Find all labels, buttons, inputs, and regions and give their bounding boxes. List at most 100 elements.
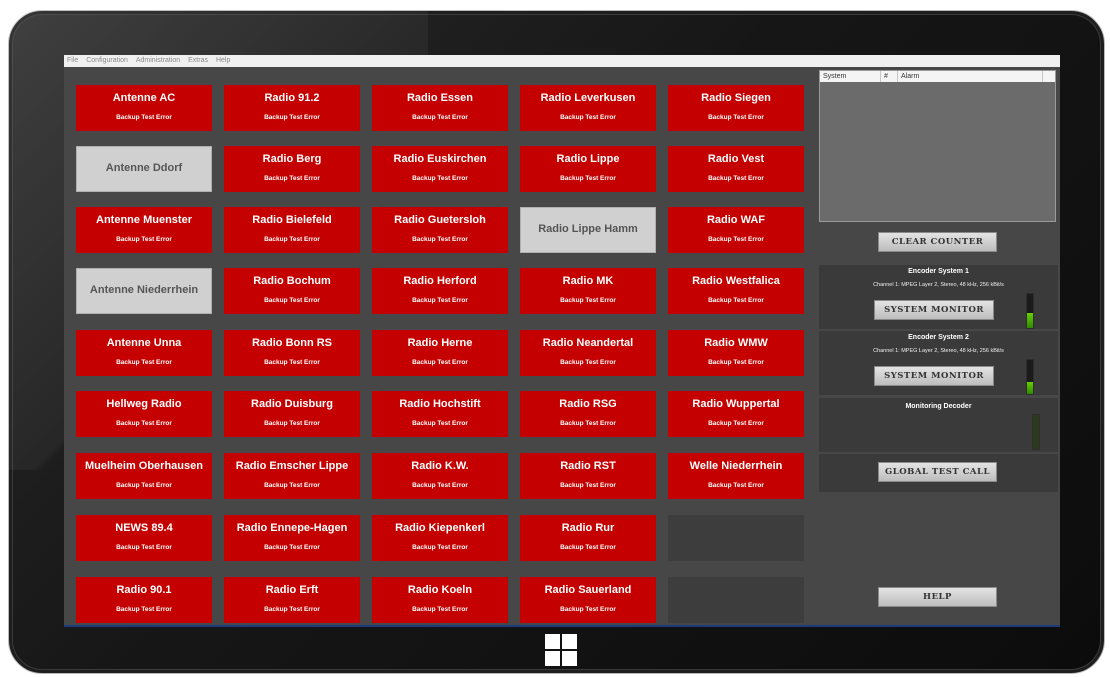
station-status: Backup Test Error	[116, 544, 172, 551]
menu-file[interactable]: File	[67, 57, 78, 64]
station-tile[interactable]: Radio Bochum Backup Test Error	[224, 268, 360, 314]
station-name: Radio Vest	[707, 153, 765, 165]
station-tile[interactable]: Radio Erft Backup Test Error	[224, 577, 360, 623]
encoder-2-title: Encoder System 2	[908, 334, 969, 341]
station-name: Radio Leverkusen	[540, 92, 636, 104]
station-tile[interactable]: Radio Lippe Backup Test Error	[520, 146, 656, 192]
station-status: Backup Test Error	[412, 606, 468, 613]
station-name: Antenne Unna	[106, 337, 182, 349]
station-tile[interactable]: Radio Guetersloh Backup Test Error	[372, 207, 508, 253]
station-name: Radio Kiepenkerl	[395, 522, 485, 534]
station-tile[interactable]: Welle Niederrhein Backup Test Error	[668, 453, 804, 499]
station-name: Radio 91.2	[264, 92, 320, 104]
station-tile[interactable]: Radio K.W. Backup Test Error	[372, 453, 508, 499]
station-name: Muelheim Oberhausen	[85, 460, 203, 472]
station-tile[interactable]: Radio Herne Backup Test Error	[372, 330, 508, 376]
menu-configuration[interactable]: Configuration	[86, 57, 128, 64]
station-tile[interactable]: Radio 90.1 Backup Test Error	[76, 577, 212, 623]
station-tile[interactable]: Radio Euskirchen Backup Test Error	[372, 146, 508, 192]
encoder-1-channel: Channel 1: MPEG Layer 2, Stereo, 48 kHz,…	[873, 282, 1004, 288]
station-status: Backup Test Error	[412, 420, 468, 427]
station-tile[interactable]: Radio Siegen Backup Test Error	[668, 85, 804, 131]
station-tile[interactable]: Radio Bonn RS Backup Test Error	[224, 330, 360, 376]
station-tile[interactable]: Radio Lippe Hamm	[520, 207, 656, 253]
station-tile[interactable]: Radio Vest Backup Test Error	[668, 146, 804, 192]
station-status: Backup Test Error	[708, 297, 764, 304]
station-name: Radio 90.1	[116, 584, 172, 596]
station-name: Radio Emscher Lippe	[235, 460, 349, 472]
station-tile[interactable]: Radio Westfalica Backup Test Error	[668, 268, 804, 314]
station-tile[interactable]: Hellweg Radio Backup Test Error	[76, 391, 212, 437]
help-button[interactable]: HELP	[878, 587, 997, 607]
station-status: Backup Test Error	[264, 297, 320, 304]
monitoring-decoder-title: Monitoring Decoder	[905, 403, 972, 410]
station-name: Antenne Ddorf	[105, 162, 183, 174]
station-tile[interactable]: Radio RSG Backup Test Error	[520, 391, 656, 437]
station-tile[interactable]: Radio Essen Backup Test Error	[372, 85, 508, 131]
col-count[interactable]: #	[880, 71, 888, 82]
station-tile[interactable]: Antenne AC Backup Test Error	[76, 85, 212, 131]
station-name: Radio WAF	[706, 214, 766, 226]
station-tile[interactable]: Radio Koeln Backup Test Error	[372, 577, 508, 623]
station-name: Radio Euskirchen	[393, 153, 487, 165]
station-tile[interactable]: Radio Emscher Lippe Backup Test Error	[224, 453, 360, 499]
station-status: Backup Test Error	[708, 482, 764, 489]
station-tile[interactable]: Muelheim Oberhausen Backup Test Error	[76, 453, 212, 499]
station-status: Backup Test Error	[264, 606, 320, 613]
station-tile[interactable]: Radio 91.2 Backup Test Error	[224, 85, 360, 131]
station-tile[interactable]: Radio Berg Backup Test Error	[224, 146, 360, 192]
system-monitor-2-button[interactable]: SYSTEM MONITOR	[874, 366, 994, 386]
station-tile[interactable]: Radio Kiepenkerl Backup Test Error	[372, 515, 508, 561]
station-name: Radio Duisburg	[251, 398, 333, 410]
logo-pane-tr	[562, 634, 577, 649]
station-name: Radio Lippe	[556, 153, 620, 165]
station-tile[interactable]: Radio Duisburg Backup Test Error	[224, 391, 360, 437]
station-tile[interactable]: Radio WAF Backup Test Error	[668, 207, 804, 253]
station-name: Radio WMW	[704, 337, 768, 349]
station-status: Backup Test Error	[560, 544, 616, 551]
station-status: Backup Test Error	[412, 175, 468, 182]
menu-help[interactable]: Help	[216, 57, 230, 64]
clear-counter-button[interactable]: CLEAR COUNTER	[878, 232, 997, 252]
station-tile[interactable]: Antenne Muenster Backup Test Error	[76, 207, 212, 253]
station-tile[interactable]: Radio Leverkusen Backup Test Error	[520, 85, 656, 131]
station-status: Backup Test Error	[264, 482, 320, 489]
station-name: Radio Westfalica	[692, 275, 780, 287]
global-test-call-button[interactable]: GLOBAL TEST CALL	[878, 462, 997, 482]
station-tile[interactable]: Radio Bielefeld Backup Test Error	[224, 207, 360, 253]
station-tile[interactable]: Radio Rur Backup Test Error	[520, 515, 656, 561]
encoder-2-channel: Channel 1: MPEG Layer 2, Stereo, 48 kHz,…	[873, 348, 1004, 354]
station-tile[interactable]: Antenne Niederrhein	[76, 268, 212, 314]
app-screen: File Configuration Administration Extras…	[64, 55, 1060, 627]
station-tile[interactable]: Radio Hochstift Backup Test Error	[372, 391, 508, 437]
encoder-2-level-meter	[1026, 359, 1034, 395]
menu-extras[interactable]: Extras	[188, 57, 208, 64]
station-tile[interactable]: Antenne Unna Backup Test Error	[76, 330, 212, 376]
system-monitor-1-button[interactable]: SYSTEM MONITOR	[874, 300, 994, 320]
station-name: Hellweg Radio	[106, 398, 182, 410]
logo-pane-tl	[545, 634, 560, 649]
station-name: Radio Essen	[406, 92, 474, 104]
station-tile[interactable]: Radio MK Backup Test Error	[520, 268, 656, 314]
station-name: Radio Koeln	[407, 584, 473, 596]
station-tile[interactable]: Radio WMW Backup Test Error	[668, 330, 804, 376]
station-tile[interactable]: Radio Wuppertal Backup Test Error	[668, 391, 804, 437]
station-name: Radio Herford	[403, 275, 477, 287]
monitoring-decoder-panel: Monitoring Decoder	[819, 398, 1058, 452]
station-tile[interactable]: Radio Ennepe-Hagen Backup Test Error	[224, 515, 360, 561]
windows-logo-icon[interactable]	[545, 634, 577, 666]
station-tile[interactable]: Radio Herford Backup Test Error	[372, 268, 508, 314]
station-status: Backup Test Error	[560, 606, 616, 613]
station-tile[interactable]: Radio RST Backup Test Error	[520, 453, 656, 499]
station-tile[interactable]: Antenne Ddorf	[76, 146, 212, 192]
decoder-level-meter	[1032, 414, 1040, 450]
station-status: Backup Test Error	[708, 114, 764, 121]
col-system[interactable]: System	[820, 71, 846, 82]
station-tile[interactable]: Radio Neandertal Backup Test Error	[520, 330, 656, 376]
station-tile[interactable]: Radio Sauerland Backup Test Error	[520, 577, 656, 623]
station-tile[interactable]: NEWS 89.4 Backup Test Error	[76, 515, 212, 561]
station-name: Radio Wuppertal	[692, 398, 780, 410]
menu-administration[interactable]: Administration	[136, 57, 180, 64]
station-status: Backup Test Error	[560, 297, 616, 304]
col-alarm[interactable]: Alarm	[897, 71, 1046, 82]
